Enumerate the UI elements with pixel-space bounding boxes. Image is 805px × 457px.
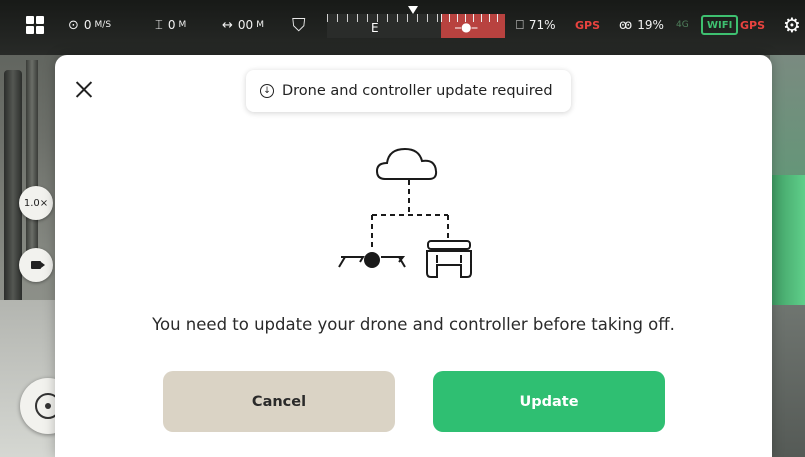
altitude-value: 0 [167,18,176,32]
update-message: You need to update your drone and contro… [152,315,675,334]
drone-battery-value: 19% [637,18,664,32]
altitude-icon: ⌶ [155,17,163,33]
controller-gps-badge: GPS [575,18,601,32]
video-camera-icon [31,261,45,269]
speed-readout: ⊙ 0 M/S [68,0,111,50]
cloud-icon [375,147,438,180]
controller-battery: ⎕ 71% [516,0,555,50]
update-dialog: ↓ Drone and controller update required Y… [55,55,772,457]
camera-scene-post [26,60,38,260]
update-button[interactable]: Update [433,371,665,432]
distance-unit: M [256,20,264,30]
speed-gauge-icon: ⊙ [68,17,79,33]
drone-icon [338,252,406,268]
camera-scene-lower [770,305,805,457]
compass-bar: E ⎯●⎯ [327,6,505,38]
drone-icon: ꙭ [619,17,633,33]
connection-lines [371,180,449,247]
signal-badge: 4G [676,20,689,30]
altitude-readout: ⌶ 0 M [155,0,186,50]
distance-value: 00 [237,18,254,32]
speed-value: 0 [83,18,92,32]
drone-battery: ꙭ 19% [619,0,664,50]
controller-battery-value: 71% [528,18,556,32]
geofence-shield-icon[interactable]: ⛉ [292,0,306,50]
zoom-label: 1.0× [23,197,49,209]
altitude-unit: M [178,20,187,30]
distance-readout: ↔ 00 M [222,0,264,50]
zoom-button[interactable]: 1.0× [19,186,53,220]
compass-drone-icon: ⎯●⎯ [455,20,478,34]
camera-scene-right [770,55,805,457]
gear-icon[interactable]: ⚙ [783,0,801,50]
distance-icon: ↔ [222,17,233,33]
menu-grid-icon[interactable] [26,16,44,34]
update-illustration [338,147,472,278]
status-bar: ⊙ 0 M/S ⌶ 0 M ↔ 00 M ⛉ E ⎯●⎯ ⎕ 71% GPS ꙭ… [0,0,805,55]
compass-heading: E [371,21,379,35]
speed-unit: M/S [94,20,112,30]
update-required-text: Drone and controller update required [282,83,553,99]
controller-icon: ⎕ [516,17,524,33]
cancel-button[interactable]: Cancel [163,371,395,432]
compass-pointer-icon [408,6,418,14]
drone-gps-badge: GPS [740,18,766,32]
controller-icon [426,240,472,278]
camera-scene-wall [770,175,805,305]
download-icon: ↓ [260,84,274,98]
close-icon[interactable] [73,79,95,101]
video-mode-button[interactable] [19,248,53,282]
wifi-badge: WIFI [701,15,739,35]
update-required-badge: ↓ Drone and controller update required [246,70,571,112]
